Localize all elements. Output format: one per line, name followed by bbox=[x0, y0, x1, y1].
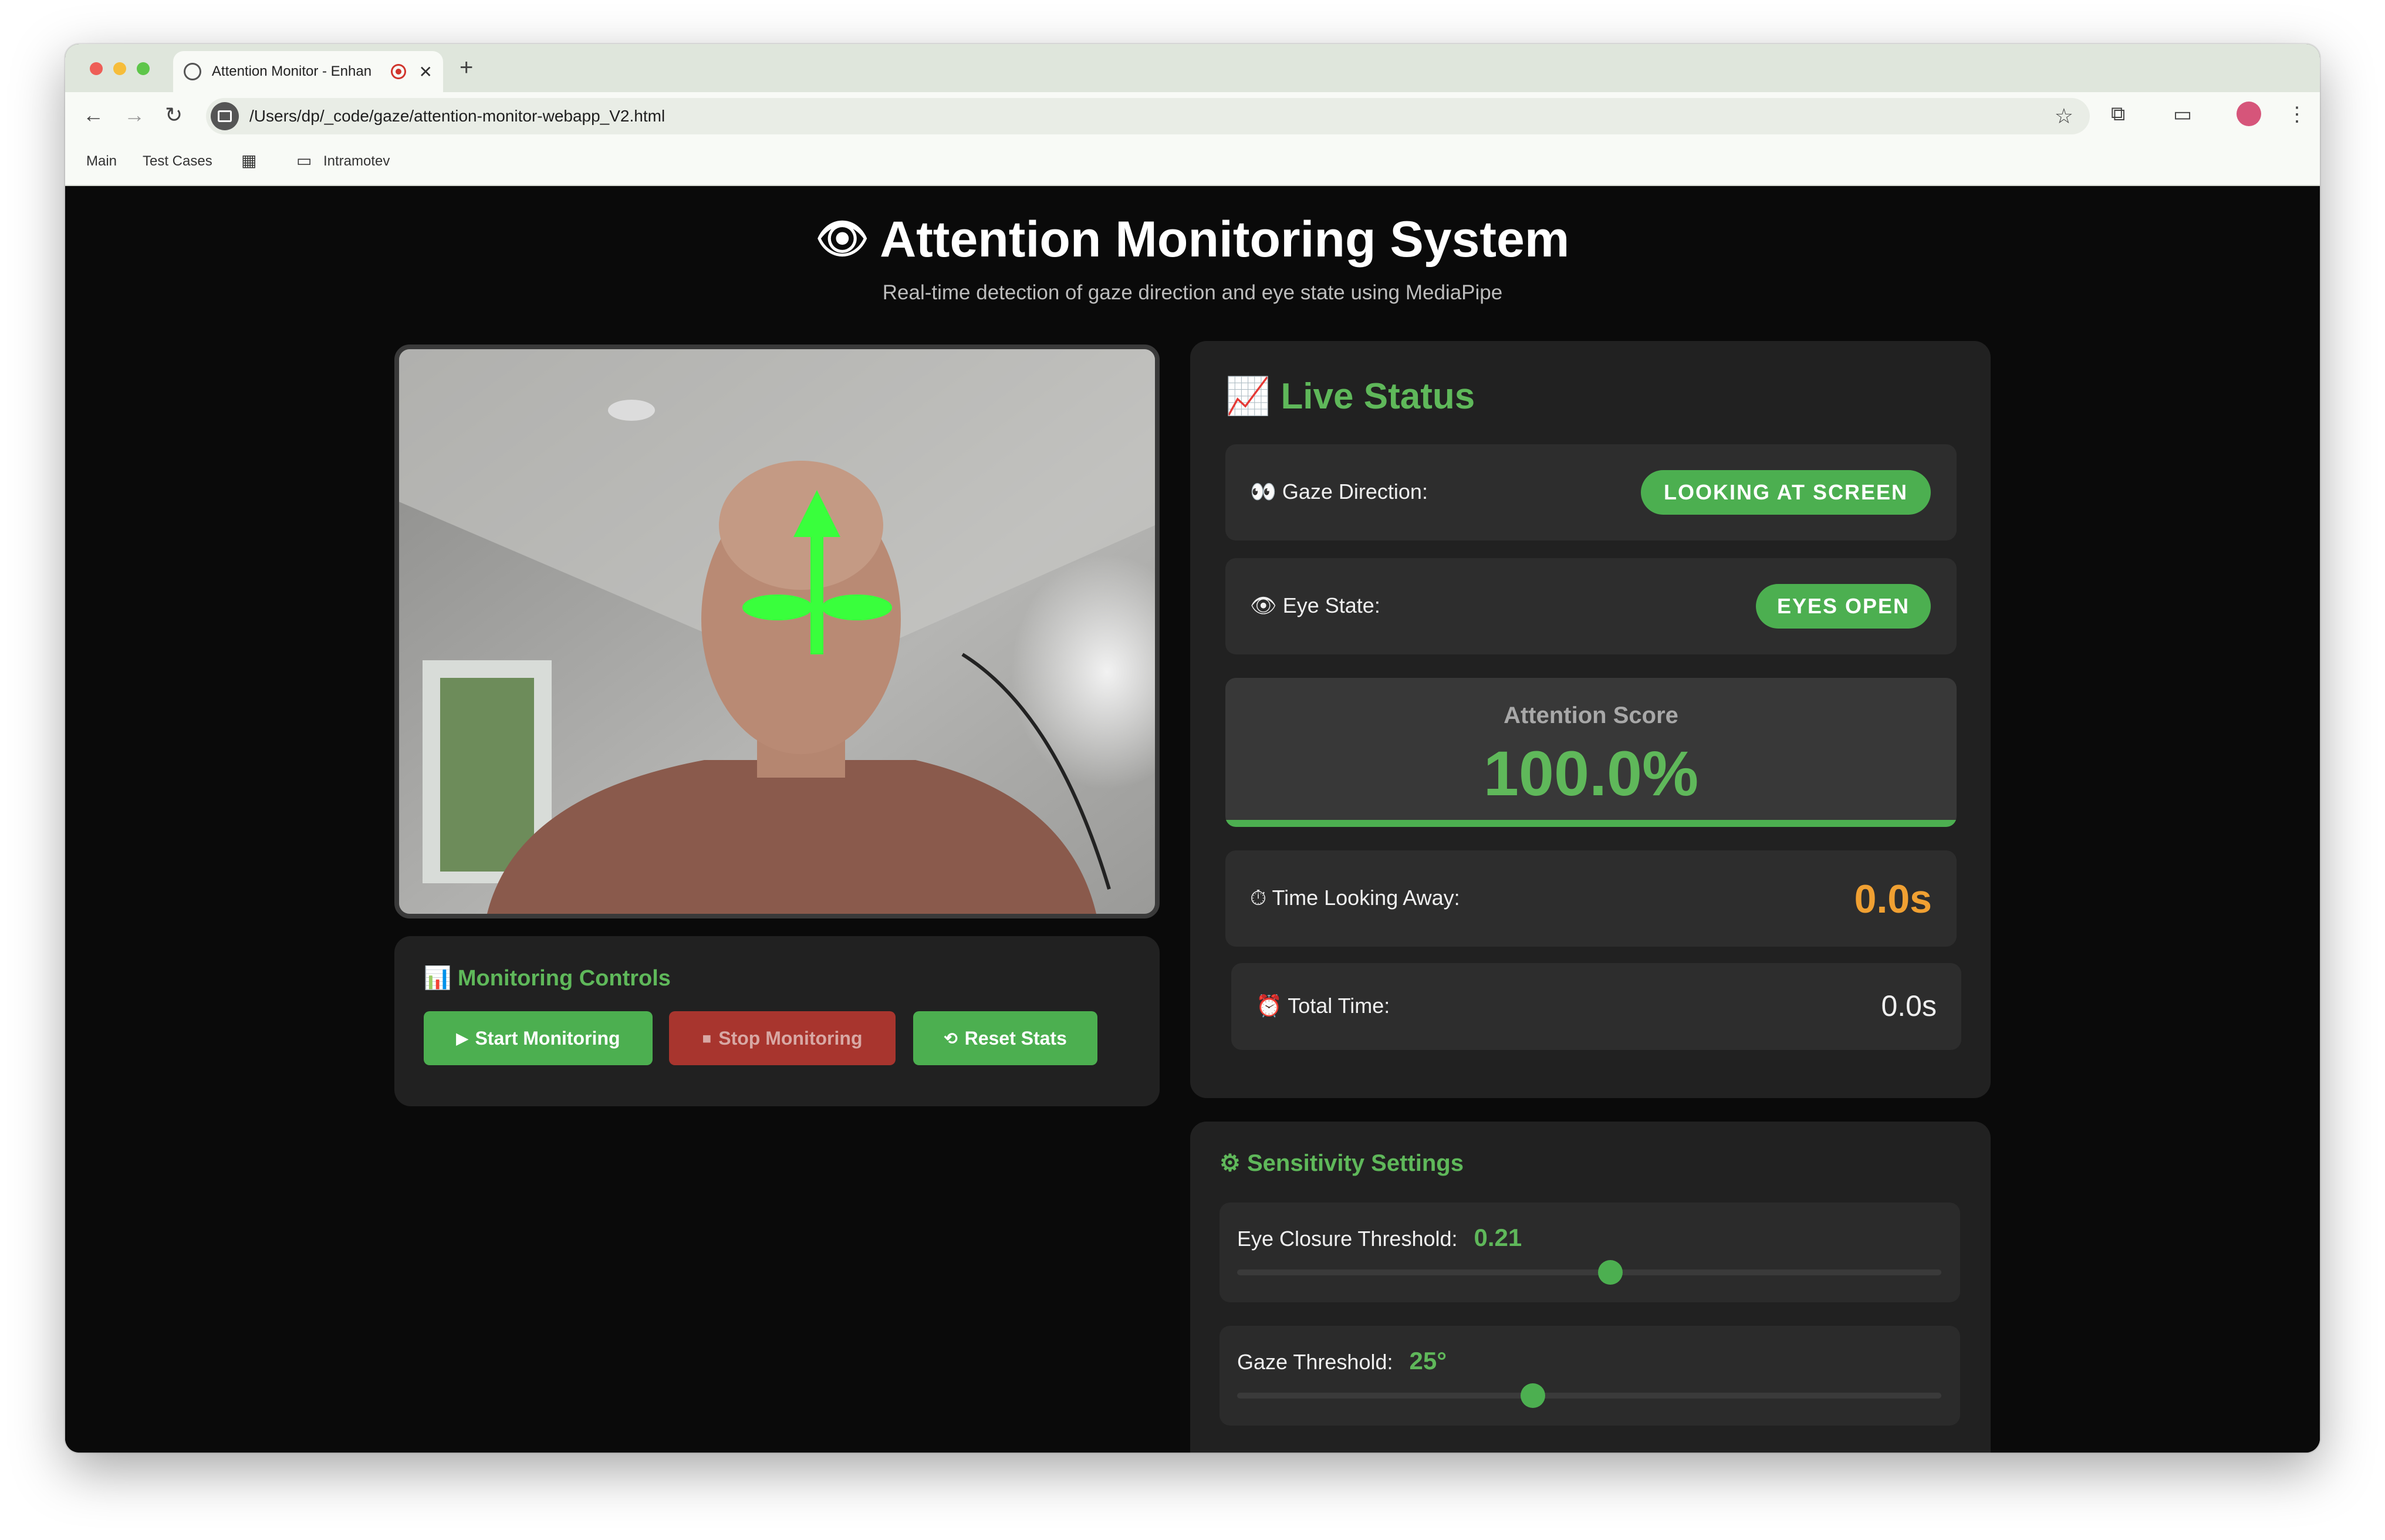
total-time-row: ⏰ Total Time: 0.0s bbox=[1231, 963, 1961, 1050]
live-status-title: 📈 Live Status bbox=[1225, 376, 1475, 417]
attention-score-bar bbox=[1225, 820, 1957, 827]
browser-window: Attention Monitor - Enhan ✕ + ← → ↻ /Use… bbox=[65, 44, 2320, 1453]
stop-monitoring-button[interactable]: ■ Stop Monitoring bbox=[669, 1011, 896, 1065]
eye-icon: 👁 bbox=[1250, 593, 1277, 617]
time-away-value: 0.0s bbox=[1854, 877, 1932, 921]
eye-closure-threshold-handle[interactable] bbox=[1598, 1260, 1623, 1285]
eye-closure-threshold-label: Eye Closure Threshold: 0.21 bbox=[1237, 1224, 1522, 1251]
bookmarks-bar: Main Test Cases ▦ ▭ Intramotev bbox=[65, 139, 2320, 186]
webcam-frame bbox=[399, 349, 1155, 914]
bar-chart-icon: 📊 bbox=[424, 966, 452, 991]
eye-closure-threshold-row: Eye Closure Threshold: 0.21 bbox=[1219, 1203, 1960, 1302]
sensitivity-title: ⚙ Sensitivity Settings bbox=[1219, 1150, 1464, 1176]
maximize-window-button[interactable] bbox=[137, 62, 150, 75]
total-time-value: 0.0s bbox=[1881, 989, 1937, 1022]
attention-score-card: Attention Score 100.0% bbox=[1225, 678, 1957, 827]
address-bar[interactable]: /Users/dp/_code/gaze/attention-monitor-w… bbox=[206, 98, 2090, 134]
alarm-clock-icon: ⏰ bbox=[1256, 994, 1282, 1018]
url-text: /Users/dp/_code/gaze/attention-monitor-w… bbox=[249, 107, 665, 125]
page-content: 👁 Attention Monitoring System Real-time d… bbox=[65, 187, 2320, 1453]
reload-icon[interactable]: ↻ bbox=[165, 103, 183, 127]
refresh-icon: ⟲ bbox=[944, 1029, 958, 1048]
controls-title: 📊 Monitoring Controls bbox=[424, 966, 671, 991]
live-status-panel: 📈 Live Status 👀 Gaze Direction: LOOKING … bbox=[1190, 341, 1991, 1098]
attention-score-label: Attention Score bbox=[1504, 703, 1678, 728]
tab-strip: Attention Monitor - Enhan ✕ + bbox=[65, 44, 2320, 92]
eye-closure-threshold-value: 0.21 bbox=[1474, 1224, 1522, 1251]
eye-state-badge: EYES OPEN bbox=[1756, 584, 1931, 629]
bookmark-test-cases[interactable]: Test Cases bbox=[143, 153, 212, 170]
chart-increasing-icon: 📈 bbox=[1225, 376, 1271, 417]
apps-grid-icon[interactable]: ▦ bbox=[241, 151, 256, 170]
stop-icon: ■ bbox=[702, 1029, 712, 1047]
recording-icon bbox=[390, 64, 406, 79]
folder-icon: ▭ bbox=[296, 151, 312, 170]
extensions-icon[interactable]: ⧉ bbox=[2111, 103, 2125, 126]
eye-state-label: 👁 Eye State: bbox=[1250, 593, 1380, 617]
total-time-label: ⏰ Total Time: bbox=[1256, 994, 1390, 1018]
gaze-threshold-row: Gaze Threshold: 25° bbox=[1219, 1326, 1960, 1426]
minimize-window-button[interactable] bbox=[113, 62, 126, 75]
gaze-direction-label: 👀 Gaze Direction: bbox=[1250, 479, 1428, 504]
forward-icon[interactable]: → bbox=[124, 103, 145, 127]
gaze-threshold-value: 25° bbox=[1409, 1347, 1447, 1374]
bookmark-intramotev[interactable]: Intramotev bbox=[323, 153, 390, 170]
menu-icon[interactable]: ⋮ bbox=[2287, 103, 2307, 126]
site-info-icon[interactable] bbox=[211, 102, 239, 130]
bookmark-star-icon[interactable]: ☆ bbox=[2055, 104, 2073, 129]
close-window-button[interactable] bbox=[90, 62, 103, 75]
browser-toolbar: ← → ↻ /Users/dp/_code/gaze/attention-mon… bbox=[65, 92, 2320, 139]
gaze-direction-row: 👀 Gaze Direction: LOOKING AT SCREEN bbox=[1225, 444, 1957, 541]
stopwatch-icon: ⏱ bbox=[1250, 886, 1267, 910]
webcam-video bbox=[394, 345, 1160, 918]
eye-state-row: 👁 Eye State: EYES OPEN bbox=[1225, 558, 1957, 654]
close-tab-icon[interactable]: ✕ bbox=[419, 62, 433, 82]
reset-stats-button[interactable]: ⟲ Reset Stats bbox=[913, 1011, 1097, 1065]
play-icon: ▶ bbox=[456, 1029, 468, 1047]
start-monitoring-button[interactable]: ▶ Start Monitoring bbox=[424, 1011, 653, 1065]
gaze-threshold-slider[interactable] bbox=[1237, 1383, 1941, 1408]
eye-closure-threshold-slider[interactable] bbox=[1237, 1260, 1941, 1285]
tab-search-icon[interactable]: ▭ bbox=[2173, 103, 2192, 126]
gaze-threshold-label: Gaze Threshold: 25° bbox=[1237, 1347, 1447, 1374]
time-away-row: ⏱ Time Looking Away: 0.0s bbox=[1225, 850, 1957, 947]
page-title: 👁 Attention Monitoring System bbox=[65, 211, 2320, 269]
tab-title: Attention Monitor - Enhan bbox=[211, 63, 372, 79]
gaze-status-badge: LOOKING AT SCREEN bbox=[1641, 470, 1931, 515]
back-icon[interactable]: ← bbox=[83, 103, 104, 127]
new-tab-button[interactable]: + bbox=[460, 55, 473, 81]
eye-icon: 👁 bbox=[815, 215, 870, 262]
page-subtitle: Real-time detection of gaze direction an… bbox=[882, 281, 1503, 304]
monitoring-controls-panel: 📊 Monitoring Controls ▶ Start Monitoring … bbox=[394, 936, 1160, 1106]
bookmark-main[interactable]: Main bbox=[86, 153, 117, 170]
page-title-text: Attention Monitoring System bbox=[880, 211, 1570, 268]
gaze-threshold-handle[interactable] bbox=[1521, 1383, 1545, 1408]
browser-tab[interactable]: Attention Monitor - Enhan ✕ bbox=[173, 51, 443, 92]
globe-icon bbox=[184, 63, 201, 80]
profile-avatar[interactable] bbox=[2237, 102, 2261, 126]
sensitivity-settings-panel: ⚙ Sensitivity Settings Eye Closure Thres… bbox=[1190, 1122, 1991, 1453]
gear-icon: ⚙ bbox=[1219, 1150, 1241, 1176]
eyes-icon: 👀 bbox=[1250, 479, 1276, 504]
attention-score-value: 100.0% bbox=[1483, 738, 1699, 809]
time-away-label: ⏱ Time Looking Away: bbox=[1250, 886, 1460, 910]
